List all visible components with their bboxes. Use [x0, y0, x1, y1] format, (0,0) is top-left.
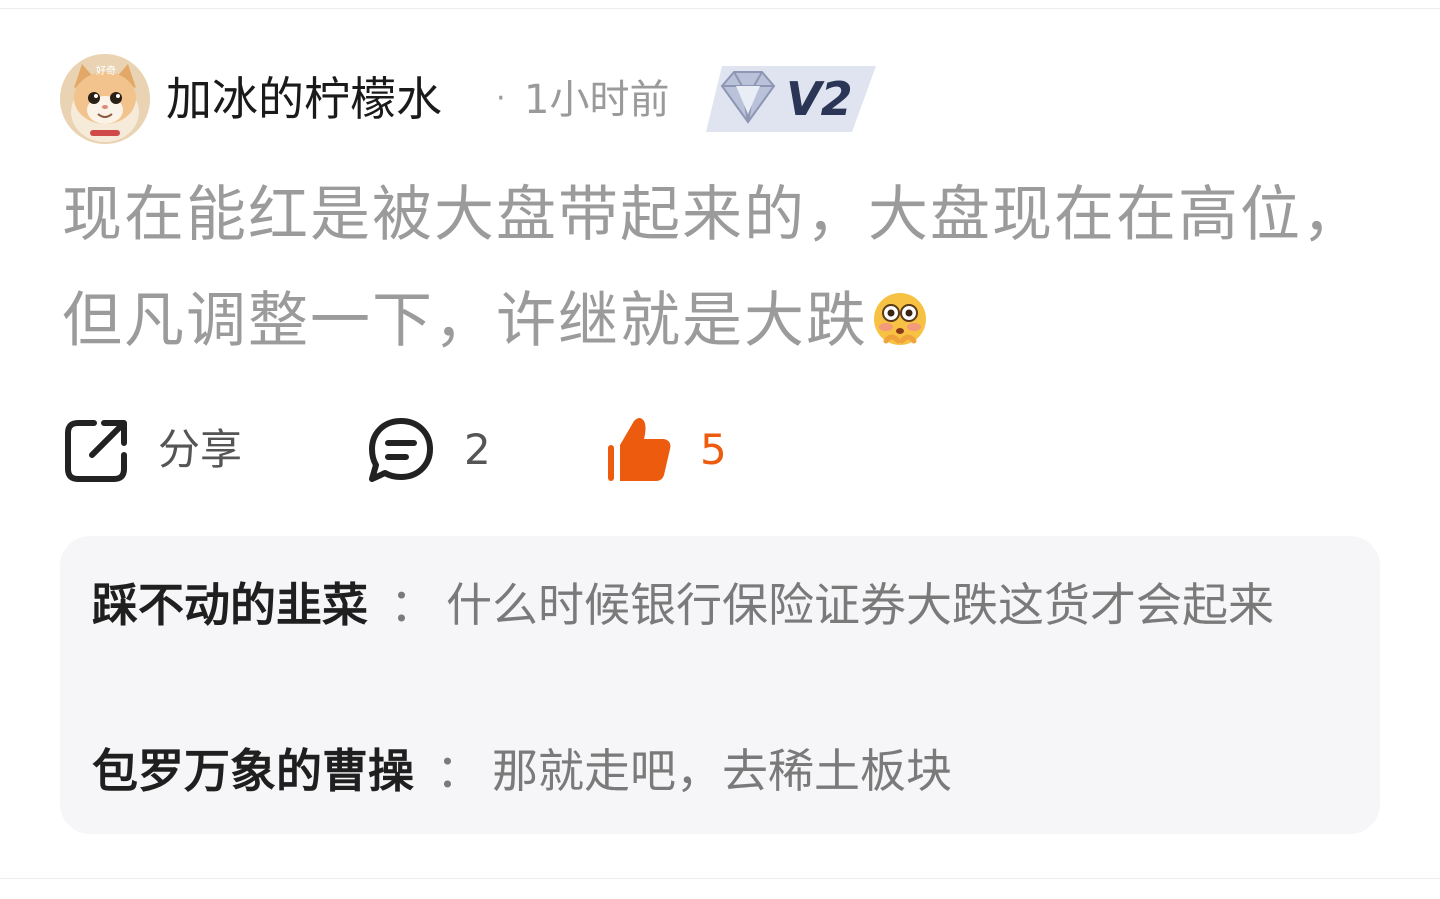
comment-button[interactable]: 2: [366, 412, 491, 488]
like-count: 5: [700, 425, 727, 474]
reply-item[interactable]: 包罗万象的曹操 ：那就走吧，去稀土板块: [92, 730, 1332, 812]
reply-separator: ：: [436, 744, 482, 798]
post-time: 1小时前: [524, 77, 670, 123]
comment-count: 2: [464, 425, 491, 474]
post-content-text: 现在能红是被大盘带起来的，大盘现在在高位，但凡调整一下，许继就是大跌: [62, 180, 1364, 356]
thumbs-up-icon: [608, 418, 671, 481]
reply-separator: ：: [390, 578, 436, 632]
level-label: V2: [786, 72, 853, 126]
avatar[interactable]: 好奇: [60, 54, 150, 144]
post-content: 现在能红是被大盘带起来的，大盘现在在高位，但凡调整一下，许继就是大跌: [62, 162, 1392, 374]
reply-author[interactable]: 踩不动的韭菜: [92, 578, 368, 632]
post-author[interactable]: 加冰的柠檬水: [166, 68, 442, 130]
reply-text: 那就走吧，去稀土板块: [492, 744, 952, 798]
flushed-face-emoji: [874, 293, 926, 345]
reply-author[interactable]: 包罗万象的曹操: [92, 744, 414, 798]
bottom-divider: [0, 878, 1440, 879]
reply-item[interactable]: 踩不动的韭菜 ：什么时候银行保险证券大跌这货才会起来: [92, 564, 1332, 646]
comment-icon: [369, 418, 433, 482]
reply-text: 什么时候银行保险证券大跌这货才会起来: [446, 578, 1274, 632]
share-icon: [65, 420, 127, 482]
share-label: 分享: [158, 425, 243, 474]
top-divider: [0, 8, 1440, 9]
share-button[interactable]: 分享: [62, 412, 242, 488]
avatar-caption: 好奇: [96, 64, 116, 77]
reply-preview-box[interactable]: 踩不动的韭菜：什么时候银行保险证券大跌这货才会起来 包罗万象的曹操：那就走吧，去…: [60, 536, 1380, 834]
like-button[interactable]: 5: [604, 412, 727, 488]
meta-separator: ·: [496, 81, 506, 116]
